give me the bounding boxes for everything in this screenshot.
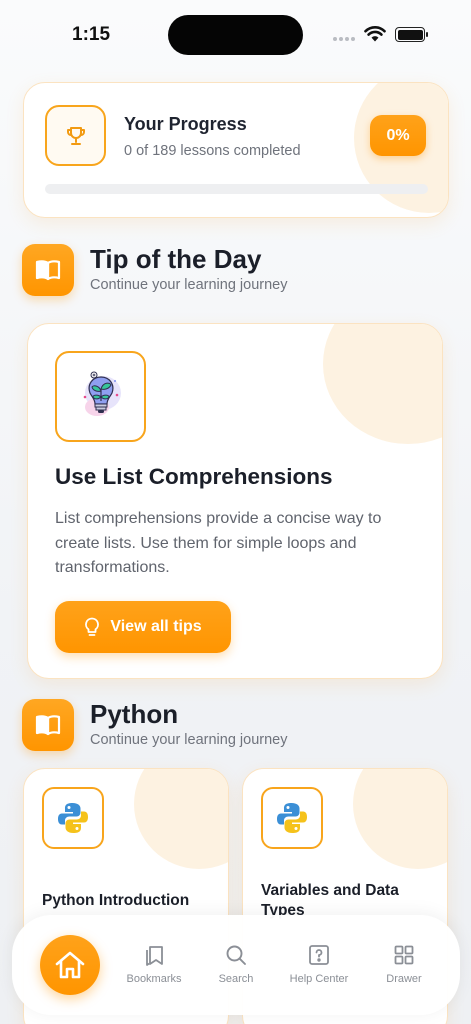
lightbulb-plant-icon (55, 351, 146, 442)
search-icon (226, 945, 246, 965)
dynamic-island (168, 15, 303, 55)
view-all-tips-button[interactable]: View all tips (55, 601, 231, 653)
python-section-subtitle: Continue your learning journey (90, 732, 288, 748)
book-icon (22, 244, 74, 296)
progress-bar (45, 184, 428, 194)
help-icon (309, 945, 329, 965)
nav-item-drawer[interactable]: Drawer (364, 943, 444, 985)
python-section-title: Python (90, 699, 179, 729)
python-logo-icon (42, 787, 104, 849)
nav-item-help-center[interactable]: Help Center (279, 943, 359, 985)
cellular-signal-icon (333, 37, 355, 41)
progress-card[interactable]: Your Progress 0 of 189 lessons completed… (23, 82, 449, 218)
lesson-title: Python Introduction (42, 892, 190, 909)
battery-icon (395, 27, 428, 42)
tip-card: Use List Comprehensions List comprehensi… (27, 323, 443, 679)
decorative-blob (353, 769, 447, 869)
nav-label: Drawer (386, 973, 422, 985)
python-logo-icon (261, 787, 323, 849)
home-icon (55, 951, 85, 979)
grid-icon (394, 945, 414, 965)
progress-percent-badge: 0% (370, 115, 426, 156)
decorative-blob (134, 769, 228, 869)
progress-subtitle: 0 of 189 lessons completed (124, 143, 301, 159)
tip-body: List comprehensions provide a concise wa… (55, 510, 382, 576)
book-icon (22, 699, 74, 751)
nav-label: Bookmarks (126, 973, 182, 985)
nav-item-bookmarks[interactable]: Bookmarks (114, 943, 194, 985)
wifi-icon (364, 26, 386, 42)
tip-section-subtitle: Continue your learning journey (90, 277, 288, 293)
lightbulb-icon (85, 617, 100, 636)
trophy-icon (45, 105, 106, 166)
nav-home-button[interactable] (40, 935, 100, 995)
tip-title: Use List Comprehensions (55, 464, 333, 489)
status-time: 1:15 (72, 24, 111, 45)
view-all-tips-label: View all tips (110, 618, 202, 635)
nav-label: Help Center (289, 973, 349, 985)
nav-item-search[interactable]: Search (196, 943, 276, 985)
bookmark-icon (146, 946, 163, 966)
nav-label: Search (218, 973, 254, 985)
tip-section-title: Tip of the Day (90, 244, 262, 274)
decorative-blob (323, 324, 442, 444)
bottom-nav: Bookmarks Search Help Center Drawer (12, 915, 460, 1015)
status-bar: 1:15 (0, 0, 471, 70)
progress-title: Your Progress (124, 114, 247, 134)
